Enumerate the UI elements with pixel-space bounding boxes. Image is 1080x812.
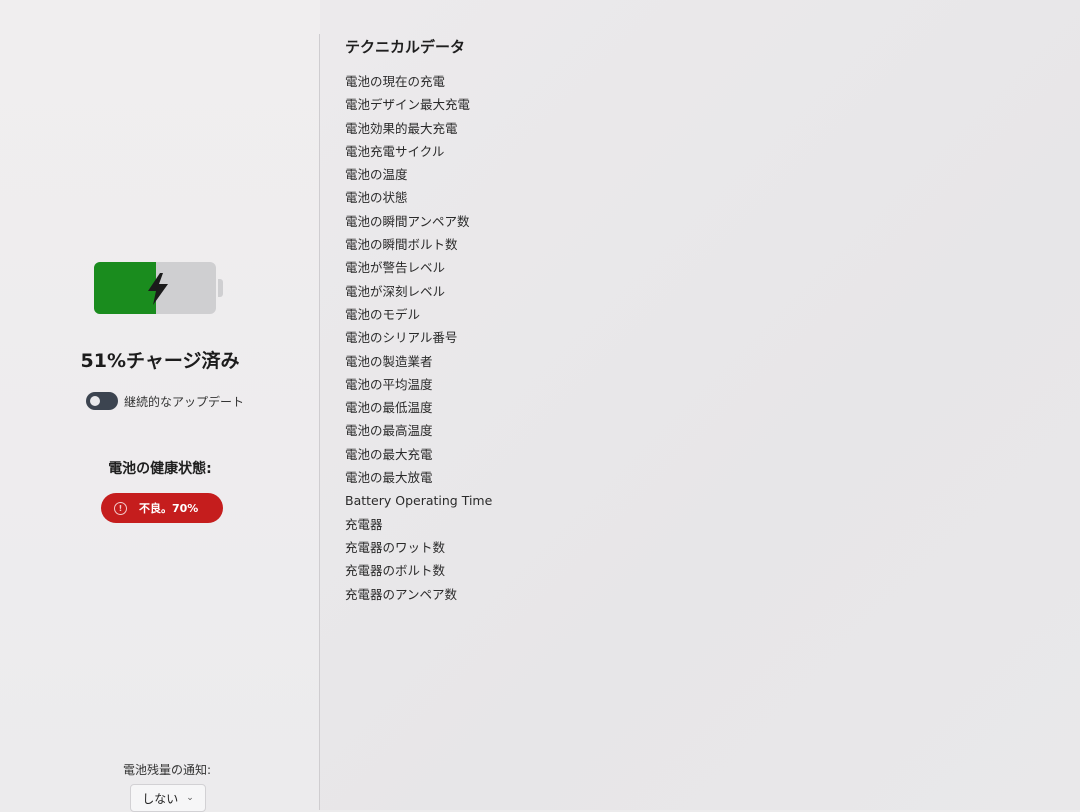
technical-data-title: テクニカルデータ [345,38,466,56]
list-item: 電池効果的最大充電 [345,120,458,136]
health-label: 電池の健康状態: [108,461,212,477]
list-item: 電池の最低温度 [345,400,433,416]
list-item: Battery Operating Time [345,493,493,509]
list-item: 電池のシリアル番号 [345,330,458,346]
technical-data-list: 電池の現在の充電 電池デザイン最大充電 電池効果的最大充電 電池充電サイクル 電… [345,70,492,606]
lightning-bolt-icon [148,273,168,305]
list-item: 電池の瞬間ボルト数 [345,237,458,253]
list-item: 電池の最高温度 [345,423,433,439]
list-item: 充電器のアンペア数 [345,586,458,602]
battery-terminal [218,279,223,297]
continuous-update-toggle[interactable] [86,392,118,410]
list-item: 電池の最大放電 [345,470,433,486]
notification-label: 電池残量の通知: [122,763,212,777]
list-item: 電池が警告レベル [345,260,446,276]
notification-selected-value: しない [142,791,179,806]
list-item: 電池のモデル [345,306,421,322]
list-item: 電池の温度 [345,167,408,183]
charge-status-text: 51%チャージ済み [80,350,240,372]
health-status-badge: ! 不良。70% [101,493,223,523]
health-badge-text: 不良。70% [139,502,199,515]
pane-divider [319,34,320,810]
warning-icon: ! [114,501,127,515]
list-item: 電池の瞬間アンペア数 [345,213,470,229]
list-item: 電池が深刻レベル [345,283,446,299]
continuous-update-row: 継続的なアップデート [86,392,244,410]
list-item: 充電器のワット数 [345,539,446,555]
notification-dropdown[interactable]: しない ⌄ [130,784,206,812]
list-item: 充電器 [345,516,383,532]
list-item: 電池の最大充電 [345,446,433,462]
list-item: 電池の製造業者 [345,353,433,369]
list-item: 電池充電サイクル [345,143,445,159]
list-item: 電池の平均温度 [345,376,433,392]
list-item: 電池デザイン最大充電 [345,97,471,113]
list-item: 充電器のボルト数 [345,563,446,579]
list-item: 電池の現在の充電 [345,74,446,89]
continuous-update-label: 継続的なアップデート [124,394,245,409]
list-item: 電池の状態 [345,190,408,206]
chevron-down-icon: ⌄ [186,793,194,803]
toggle-knob [90,396,100,406]
